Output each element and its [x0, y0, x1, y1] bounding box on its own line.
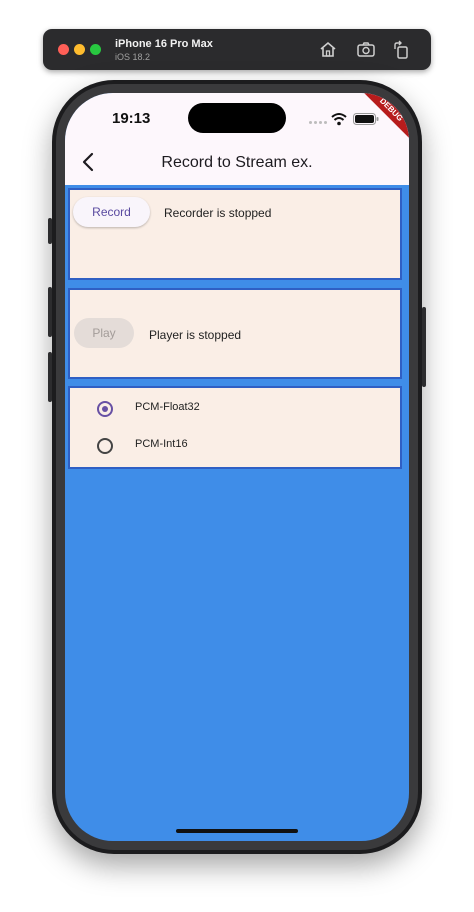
record-button[interactable]: Record — [73, 197, 150, 227]
radio-option-pcm-int16[interactable]: PCM-Int16 — [70, 434, 400, 458]
zoom-window-button[interactable] — [90, 44, 101, 55]
minimize-window-button[interactable] — [74, 44, 85, 55]
recorder-status: Recorder is stopped — [164, 206, 272, 220]
action-button — [48, 218, 52, 244]
volume-up-button — [48, 287, 52, 337]
radio-option-pcm-float32[interactable]: PCM-Float32 — [70, 397, 400, 421]
simulator-toolbar: iPhone 16 Pro Max iOS 18.2 — [43, 29, 431, 70]
power-button — [422, 307, 426, 387]
phone-screen: 19:13 DEBUG Record to Stream ex. Record … — [65, 93, 409, 841]
volume-down-button — [48, 352, 52, 402]
player-panel: Play Player is stopped — [68, 288, 402, 379]
close-window-button[interactable] — [58, 44, 69, 55]
simulator-device-name: iPhone 16 Pro Max — [115, 38, 213, 50]
codec-panel: PCM-Float32 PCM-Int16 — [68, 386, 402, 469]
dynamic-island — [188, 103, 286, 133]
recorder-panel: Record Recorder is stopped — [68, 188, 402, 280]
player-status: Player is stopped — [149, 328, 242, 342]
rotate-icon[interactable] — [391, 40, 411, 60]
home-icon[interactable] — [318, 40, 338, 60]
radio-selected-icon[interactable] — [97, 401, 113, 417]
home-indicator[interactable] — [176, 829, 298, 833]
play-button[interactable]: Play — [74, 318, 134, 348]
battery-icon — [353, 112, 379, 125]
radio-label: PCM-Float32 — [135, 401, 200, 413]
screenshot-icon[interactable] — [356, 40, 376, 60]
wifi-icon — [331, 112, 347, 126]
page-title: Record to Stream ex. — [161, 154, 313, 171]
simulator-os-version: iOS 18.2 — [115, 52, 151, 62]
radio-unselected-icon[interactable] — [97, 438, 113, 454]
app-header: 19:13 DEBUG Record to Stream ex. — [65, 93, 409, 185]
radio-label: PCM-Int16 — [135, 438, 188, 450]
cellular-signal-icon — [309, 121, 327, 125]
status-time: 19:13 — [112, 110, 151, 127]
